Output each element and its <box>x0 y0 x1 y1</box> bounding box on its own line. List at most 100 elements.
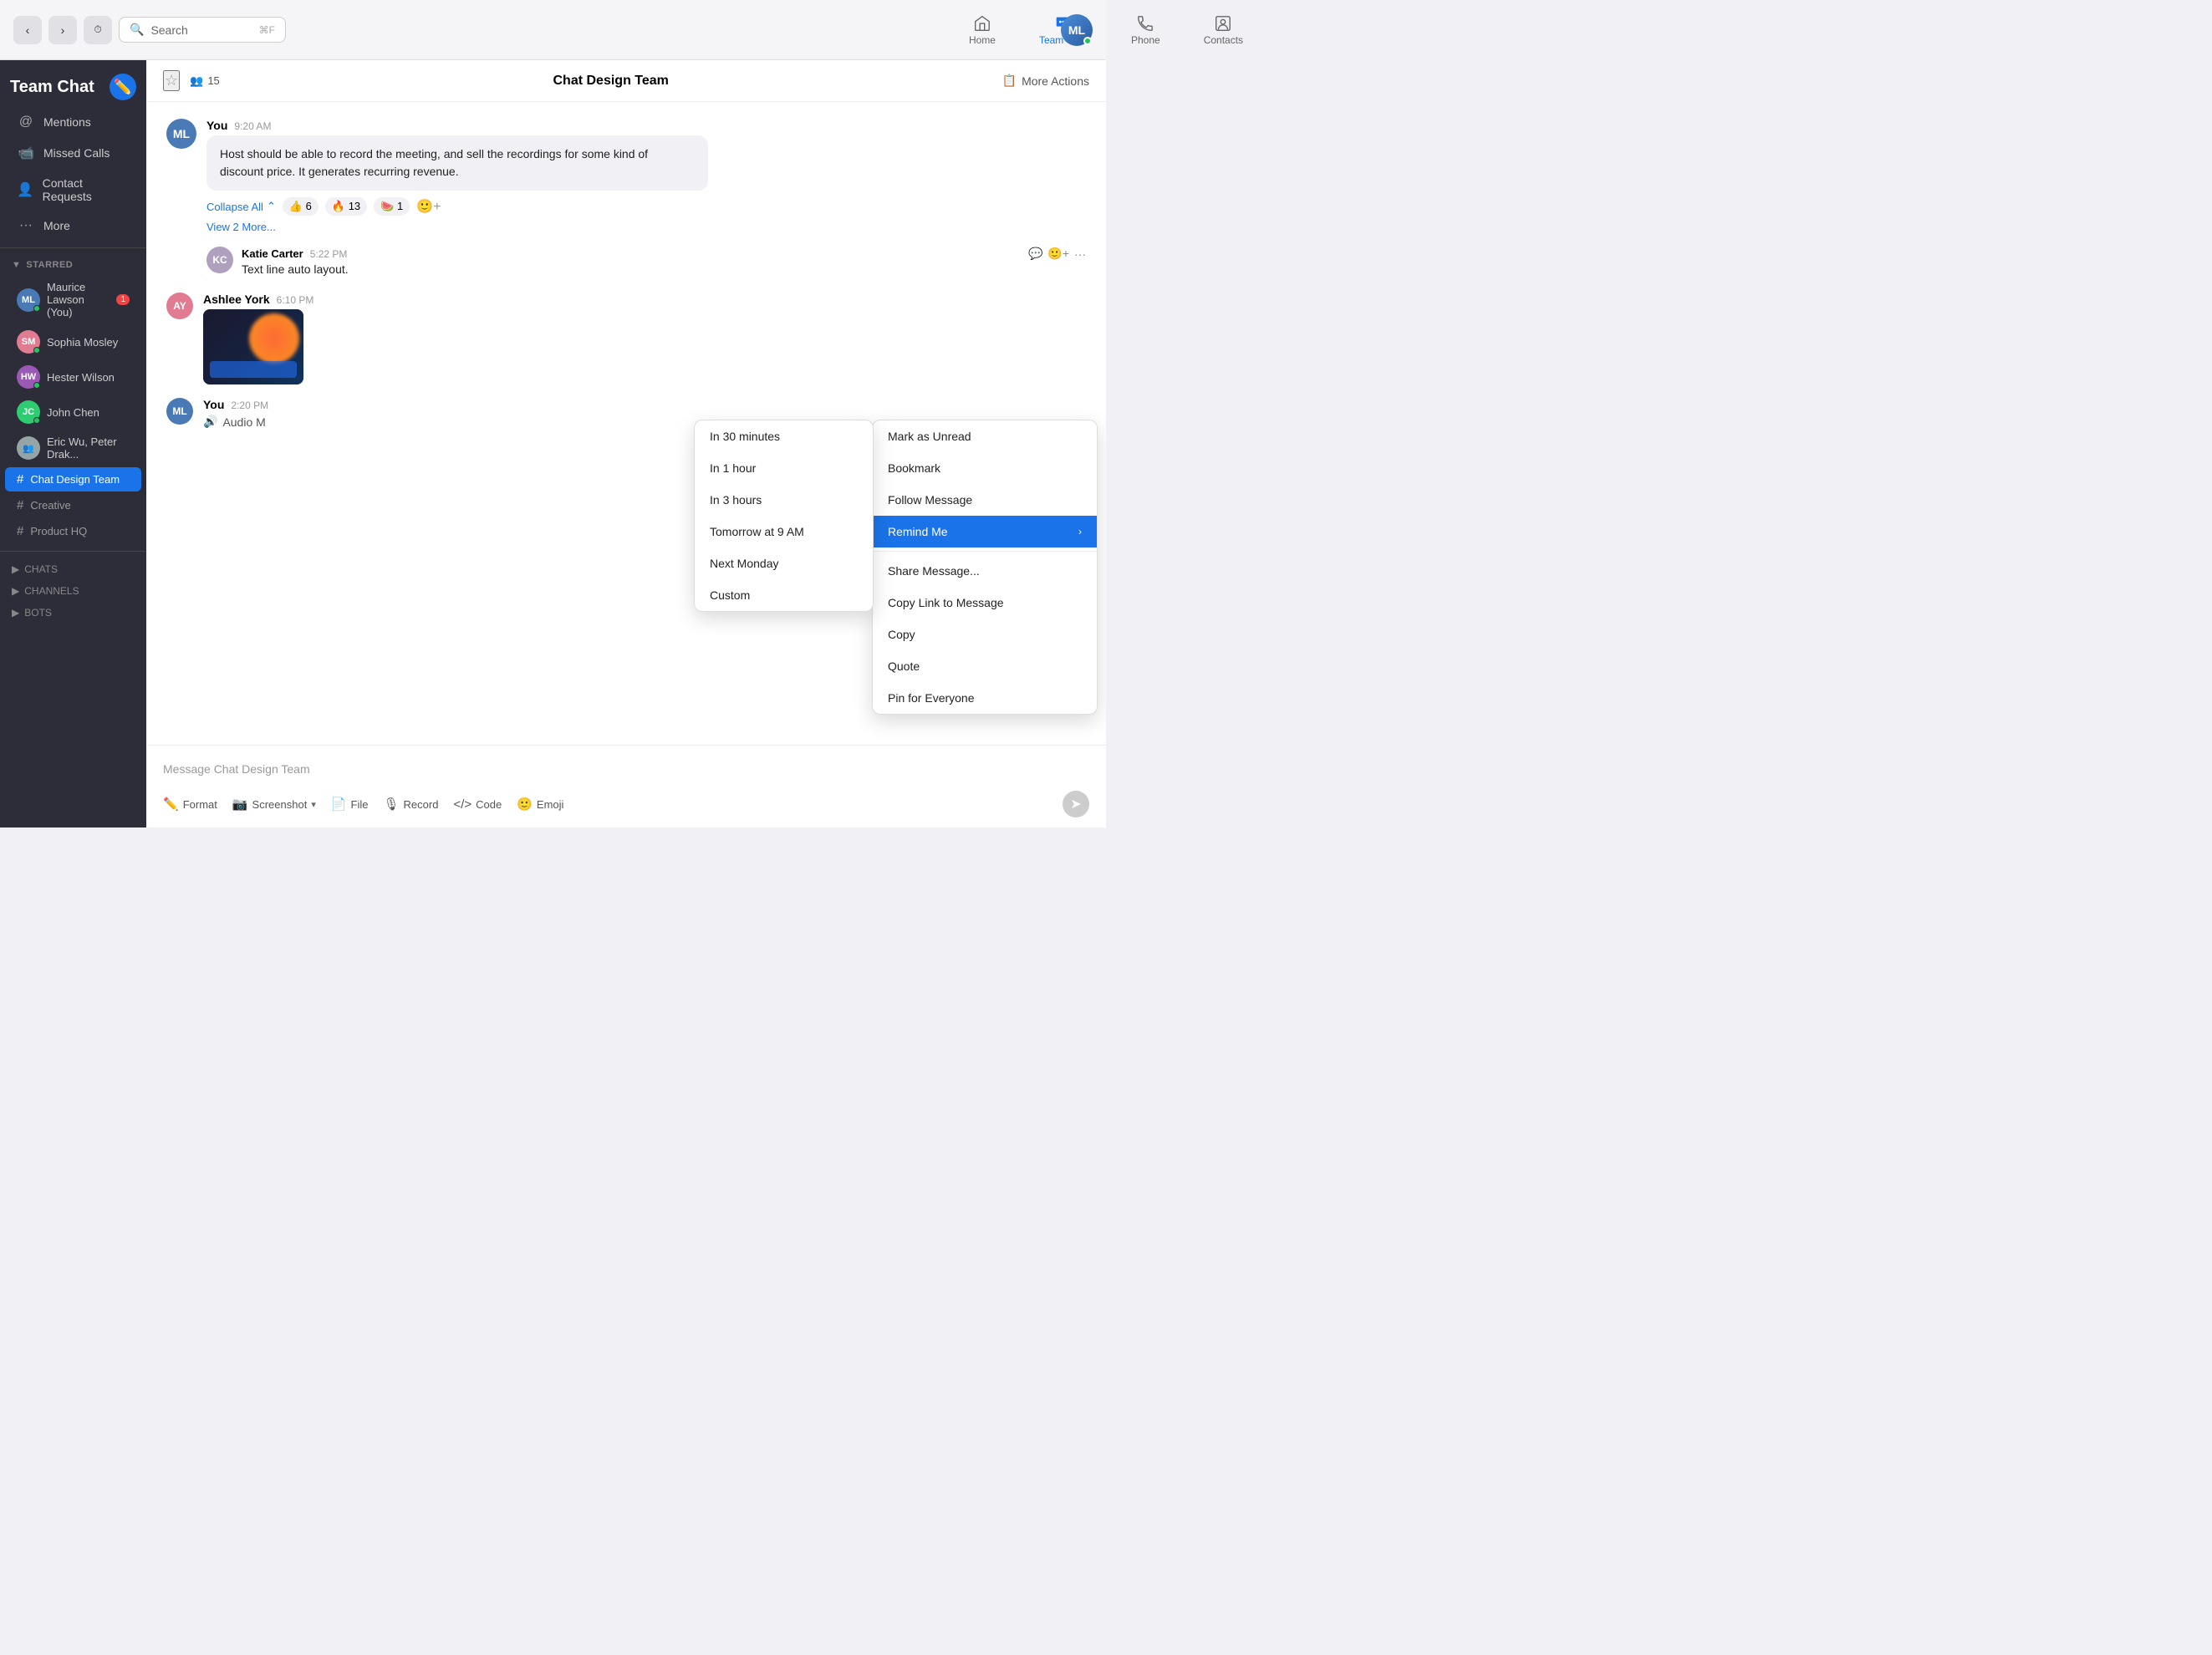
content-area: ☆ 👥 15 Chat Design Team 📋 More Actions M… <box>146 60 1106 828</box>
remind-item-1hour[interactable]: In 1 hour <box>695 452 873 484</box>
code-button[interactable]: </> Code <box>453 797 502 812</box>
user-avatar[interactable]: ML <box>1061 14 1093 46</box>
emoji-label: Emoji <box>537 798 564 811</box>
message-input[interactable]: Message Chat Design Team <box>163 756 1089 782</box>
message-time-you-audio: 2:20 PM <box>231 400 268 411</box>
context-share[interactable]: Share Message... <box>873 555 1097 587</box>
channel-hash-creative: # <box>17 498 23 512</box>
sidebar-user-john[interactable]: JC John Chen <box>5 395 141 429</box>
thread-section: KC Katie Carter 5:22 PM 💬 🙂+ ··· Text li… <box>166 247 1086 276</box>
screenshot-button[interactable]: 📷 Screenshot ▾ <box>232 797 316 812</box>
top-navigation: ‹ › ⏱ 🔍 Search ⌘F Home Team Chat Phone C… <box>0 0 1106 60</box>
context-quote[interactable]: Quote <box>873 650 1097 682</box>
channel-label-creative: Creative <box>30 499 70 512</box>
sidebar-item-more[interactable]: ··· More <box>5 211 141 240</box>
sidebar-item-mentions[interactable]: @ Mentions <box>5 108 141 136</box>
record-label: Record <box>404 798 439 811</box>
view-more-button[interactable]: View 2 More... <box>206 221 1086 233</box>
sidebar-user-hester[interactable]: HW Hester Wilson <box>5 360 141 394</box>
contacts-icon <box>1214 14 1232 33</box>
message-header-you-audio: You 2:20 PM <box>203 398 1086 411</box>
context-follow[interactable]: Follow Message <box>873 484 1097 516</box>
reaction-fire[interactable]: 🔥 13 <box>325 197 367 216</box>
sidebar-header: Team Chat ✏️ <box>0 60 146 107</box>
thread-actions: 💬 🙂+ ··· <box>1028 247 1086 261</box>
sidebar-user-sophia[interactable]: SM Sophia Mosley <box>5 325 141 359</box>
message-group-1: ML You 9:20 AM Host should be able to re… <box>166 119 1086 233</box>
remind-item-3hours[interactable]: In 3 hours <box>695 484 873 516</box>
history-button[interactable]: ⏱ <box>84 16 112 44</box>
context-remind[interactable]: Remind Me › <box>873 516 1097 547</box>
channel-chat-design-team[interactable]: # Chat Design Team <box>5 467 141 491</box>
screenshot-label: Screenshot <box>252 798 308 811</box>
sidebar-user-maurice[interactable]: ML Maurice Lawson (You) 1 <box>5 276 141 323</box>
sidebar-item-mentions-label: Mentions <box>43 115 91 129</box>
star-button[interactable]: ☆ <box>163 70 180 91</box>
nav-home[interactable]: Home <box>961 9 1004 51</box>
audio-label: Audio M <box>222 415 265 429</box>
user-avatar-maurice: ML <box>17 288 40 312</box>
members-button[interactable]: 👥 15 <box>190 74 220 88</box>
sidebar-item-contact-requests[interactable]: 👤 Contact Requests <box>5 170 141 210</box>
chats-section[interactable]: ▶ CHATS <box>0 558 146 580</box>
channels-section[interactable]: ▶ CHANNELS <box>0 580 146 602</box>
send-icon: ➤ <box>1070 796 1081 812</box>
media-overlay <box>210 361 297 378</box>
context-bookmark[interactable]: Bookmark <box>873 452 1097 484</box>
message-author-ashlee: Ashlee York <box>203 293 270 306</box>
message-content-1: You 9:20 AM Host should be able to recor… <box>206 119 1086 233</box>
context-copy-link[interactable]: Copy Link to Message <box>873 587 1097 619</box>
reaction-watermelon[interactable]: 🍉 1 <box>374 197 410 216</box>
record-button[interactable]: 🎙 Record <box>383 797 438 812</box>
remind-submenu: In 30 minutes In 1 hour In 3 hours Tomor… <box>694 420 874 612</box>
thread-reply-button[interactable]: 💬 <box>1028 247 1042 261</box>
back-button[interactable]: ‹ <box>13 16 42 44</box>
code-label: Code <box>476 798 502 811</box>
channel-name: Chat Design Team <box>230 74 992 89</box>
sidebar-item-missed-calls[interactable]: 📹 Missed Calls <box>5 138 141 168</box>
remind-item-30min[interactable]: In 30 minutes <box>695 420 873 452</box>
remind-item-custom[interactable]: Custom <box>695 579 873 611</box>
more-actions-label: More Actions <box>1022 74 1089 88</box>
audio-icon: 🔊 <box>203 415 217 429</box>
remind-item-tomorrow[interactable]: Tomorrow at 9 AM <box>695 516 873 547</box>
format-icon: ✏️ <box>163 797 179 812</box>
sidebar-item-contact-requests-label: Contact Requests <box>43 176 130 203</box>
file-button[interactable]: 📄 File <box>331 797 369 812</box>
add-reaction-button[interactable]: 🙂+ <box>416 198 441 215</box>
format-button[interactable]: ✏️ Format <box>163 797 217 812</box>
channel-label-chat-design: Chat Design Team <box>30 473 120 486</box>
channel-hash-product: # <box>17 524 23 538</box>
contact-requests-icon: 👤 <box>17 181 34 198</box>
ashlee-content <box>203 309 1086 384</box>
thread-emoji-button[interactable]: 🙂+ <box>1047 247 1069 261</box>
context-copy[interactable]: Copy <box>873 619 1097 650</box>
nav-contacts[interactable]: Contacts <box>1195 9 1251 51</box>
nav-phone[interactable]: Phone <box>1123 9 1169 51</box>
remind-item-monday[interactable]: Next Monday <box>695 547 873 579</box>
remind-chevron-icon: › <box>1078 526 1082 537</box>
sidebar-user-eric[interactable]: 👥 Eric Wu, Peter Drak... <box>5 430 141 466</box>
search-bar[interactable]: 🔍 Search ⌘F <box>119 17 286 43</box>
channel-label-product: Product HQ <box>30 525 87 537</box>
channel-product-hq[interactable]: # Product HQ <box>5 519 141 543</box>
new-chat-button[interactable]: ✏️ <box>110 74 136 100</box>
user-name-sophia: Sophia Mosley <box>47 336 118 349</box>
send-button[interactable]: ➤ <box>1063 791 1089 817</box>
more-actions-button[interactable]: 📋 More Actions <box>1002 74 1089 88</box>
reaction-thumbsup[interactable]: 👍 6 <box>283 197 319 216</box>
starred-label: STARRED <box>26 260 73 270</box>
emoji-button[interactable]: 🙂 Emoji <box>517 797 563 812</box>
context-pin[interactable]: Pin for Everyone <box>873 682 1097 714</box>
missed-calls-icon: 📹 <box>17 145 35 161</box>
collapse-all-button[interactable]: Collapse All ⌃ <box>206 200 276 213</box>
context-mark-unread[interactable]: Mark as Unread <box>873 420 1097 452</box>
forward-button[interactable]: › <box>48 16 77 44</box>
channel-creative[interactable]: # Creative <box>5 493 141 517</box>
message-header-ashlee: Ashlee York 6:10 PM <box>203 293 1086 306</box>
input-toolbar: ✏️ Format 📷 Screenshot ▾ 📄 File 🎙 Record <box>163 791 1089 817</box>
bots-section[interactable]: ▶ BOTS <box>0 602 146 624</box>
online-dot-sophia <box>33 347 40 354</box>
message-header-1: You 9:20 AM <box>206 119 1086 132</box>
thread-more-button[interactable]: ··· <box>1074 247 1086 261</box>
